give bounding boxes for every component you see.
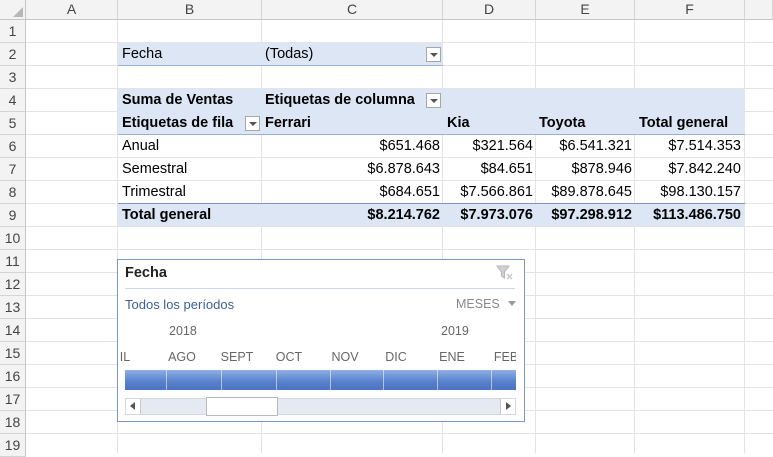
row-header[interactable]: 6 [0,135,26,158]
row-labels-dropdown-button[interactable] [245,116,260,131]
column-header-total: Total general [639,115,729,131]
chevron-right-icon [506,402,511,410]
row-header[interactable]: 12 [0,273,26,296]
clear-filter-icon[interactable] [496,264,514,282]
row-header[interactable]: 14 [0,319,26,342]
row-header[interactable]: 16 [0,365,26,388]
row-header[interactable]: 1 [0,20,26,43]
gridline [634,20,635,453]
month-label[interactable]: SEPT [212,350,262,364]
value-cell: $6.878.643 [367,161,440,177]
row-header[interactable]: 17 [0,388,26,411]
timeline-slicer[interactable]: Fecha Todos los períodos MESES 2018 2019… [117,259,525,422]
filter-field-label: Fecha [122,46,163,62]
column-header-toyota: Toyota [539,115,586,131]
filter-dropdown-button[interactable] [426,47,441,62]
column-header-a[interactable]: A [26,0,118,20]
value-cell: $7.566.861 [460,184,533,200]
row-header[interactable]: 19 [0,434,26,457]
month-label[interactable]: ENE [427,350,477,364]
row-label: Anual [122,138,160,154]
timeline-tick [437,370,438,390]
column-labels-dropdown-button[interactable] [426,93,441,108]
grand-total-label: Total general [122,207,212,223]
scroll-right-button[interactable] [500,399,515,414]
gridline [535,20,536,453]
value-cell: $7.514.353 [668,138,741,154]
grand-total-value: $7.973.076 [460,207,533,223]
column-header-g[interactable] [745,0,773,20]
row-header[interactable]: 9 [0,204,26,227]
row-header[interactable]: 11 [0,250,26,273]
scroll-thumb[interactable] [206,397,278,416]
grand-total-value: $8.214.762 [367,207,440,223]
gridline [26,433,773,434]
slicer-header-divider [125,288,515,289]
time-level-selector[interactable]: MESES [456,297,517,311]
timeline-scrollbar[interactable] [125,397,516,416]
value-cell: $651.468 [379,138,440,154]
scroll-left-button[interactable] [126,399,141,414]
row-header[interactable]: 7 [0,158,26,181]
value-cell: $7.842.240 [668,161,741,177]
timeline-tick [166,370,167,390]
timeline-tick [276,370,277,390]
column-header-c[interactable]: C [262,0,443,20]
row-labels-header: Etiquetas de fila [122,115,234,131]
column-header-e[interactable]: E [536,0,635,20]
month-label[interactable]: DIC [371,350,421,364]
column-header-ferrari: Ferrari [265,115,311,131]
month-label[interactable]: IL [118,350,150,364]
row-header[interactable]: 5 [0,112,26,135]
column-header-b[interactable]: B [118,0,262,20]
slicer-title: Fecha [125,265,167,281]
value-cell: $684.651 [379,184,440,200]
filter-value[interactable]: (Todas) [265,43,313,66]
column-header-f[interactable]: F [635,0,745,20]
select-all-corner[interactable] [0,0,26,20]
column-labels-header: Etiquetas de columna [265,92,415,108]
column-header-d[interactable]: D [443,0,536,20]
gridline [744,20,745,453]
time-level-label: MESES [456,297,500,311]
values-label: Suma de Ventas [122,92,234,108]
year-label-2018: 2018 [169,324,197,338]
month-label[interactable]: AGO [157,350,207,364]
month-label[interactable]: FEB [481,350,516,364]
row-label: Semestral [122,161,188,177]
row-header[interactable]: 2 [0,43,26,66]
row-label: Trimestral [122,184,186,200]
value-cell: $89.878.645 [551,184,632,200]
chevron-left-icon [130,402,135,410]
value-cell: $98.130.157 [660,184,741,200]
value-cell: $6.541.321 [559,138,632,154]
row-header[interactable]: 13 [0,296,26,319]
row-header[interactable]: 4 [0,89,26,112]
row-header[interactable]: 10 [0,227,26,250]
timeline-selection-bar[interactable] [125,370,516,390]
all-periods-link[interactable]: Todos los períodos [125,297,234,312]
grand-total-value: $97.298.912 [551,207,632,223]
timeline-tick [221,370,222,390]
row-header[interactable]: 15 [0,342,26,365]
month-label[interactable]: NOV [320,350,370,364]
year-label-2019: 2019 [441,324,469,338]
month-label[interactable]: OCT [264,350,314,364]
chevron-down-icon [508,301,517,306]
grand-total-value: $113.486.750 [653,207,741,223]
timeline-tick [491,370,492,390]
row-header[interactable]: 18 [0,411,26,434]
value-cell: $878.946 [571,161,632,177]
row-header[interactable]: 3 [0,66,26,89]
column-header-kia: Kia [447,115,470,131]
timeline-tick [330,370,331,390]
timeline-tick [383,370,384,390]
row-header[interactable]: 8 [0,181,26,204]
value-cell: $321.564 [472,138,533,154]
gridline [26,249,773,250]
value-cell: $84.651 [480,161,533,177]
